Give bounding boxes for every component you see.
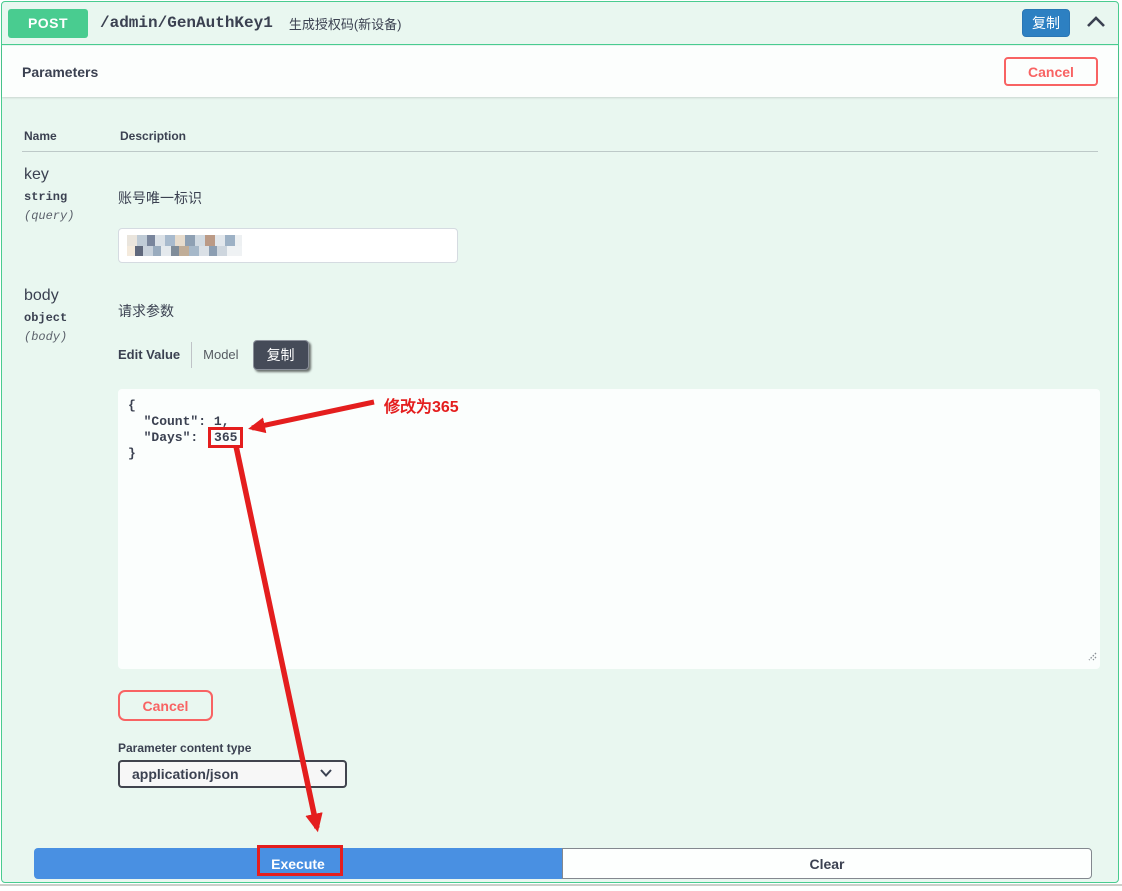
param-name: key [22, 166, 118, 184]
annotation-note-text: 修改为365 [384, 393, 459, 417]
endpoint-description: 生成授权码(新设备) [289, 14, 402, 33]
chevron-up-icon [1085, 13, 1107, 34]
collapse-button[interactable] [1084, 11, 1108, 35]
method-badge: POST [8, 9, 88, 38]
copy-body-button[interactable]: 复制 [253, 340, 309, 370]
code-line: } [128, 446, 1090, 462]
tab-edit-value[interactable]: Edit Value [118, 347, 180, 362]
parameters-title: Parameters [22, 64, 98, 80]
content-type-label: Parameter content type [118, 741, 1100, 755]
column-header-description: Description [120, 129, 1098, 143]
clear-button[interactable]: Clear [562, 848, 1092, 879]
body-description-cell: 请求参数 Edit Value Model 复制 { "Count": 1, "… [118, 287, 1100, 788]
parameter-row-body: body object (body) 请求参数 Edit Value Model… [22, 287, 1098, 788]
param-name: body [22, 287, 118, 305]
parameter-row-key: key string (query) 账号唯一标识 [22, 166, 1098, 263]
key-name-cell: key string (query) [22, 166, 118, 263]
param-description: 账号唯一标识 [118, 188, 1098, 208]
code-days-prefix: "Days": [128, 430, 206, 445]
copy-path-button[interactable]: 复制 [1022, 9, 1070, 37]
content-type-select[interactable]: application/json [118, 760, 347, 788]
post-endpoint-panel: POST /admin/GenAuthKey1 生成授权码(新设备) 复制 Pa… [1, 1, 1119, 883]
param-type: object [22, 311, 118, 325]
parameters-table: Name Description key string (query) 账号唯一… [22, 97, 1098, 788]
param-description: 请求参数 [118, 301, 1100, 321]
column-header-name: Name [24, 129, 120, 143]
endpoint-path: /admin/GenAuthKey1 [100, 14, 273, 32]
editor-tabs: Edit Value Model 复制 [118, 339, 1100, 370]
annotation-red-box-execute [257, 845, 343, 876]
param-location: (query) [22, 209, 118, 223]
param-type: string [22, 190, 118, 204]
content-type-value: application/json [132, 766, 239, 782]
code-line: { [128, 398, 1090, 414]
panel-bottom-divider [0, 884, 1122, 886]
table-header-row: Name Description [22, 97, 1098, 152]
body-json-textarea[interactable]: { "Count": 1, "Days": 365 } [118, 389, 1100, 669]
cancel-button-editor[interactable]: Cancel [118, 690, 213, 721]
chevron-down-icon [319, 765, 333, 783]
param-location: (body) [22, 330, 118, 344]
key-description-cell: 账号唯一标识 [118, 166, 1098, 263]
redacted-value-mosaic [127, 235, 242, 256]
resize-handle[interactable] [1086, 650, 1097, 666]
body-name-cell: body object (body) [22, 287, 118, 788]
tab-divider [191, 342, 192, 368]
cancel-button-top[interactable]: Cancel [1004, 57, 1098, 86]
key-input-wrap [118, 228, 458, 263]
execute-bar: Execute Clear [34, 848, 1092, 879]
code-line: "Days": 365 [128, 430, 1090, 446]
parameters-section-header: Parameters Cancel [2, 46, 1118, 97]
tab-model[interactable]: Model [203, 347, 238, 362]
annotation-red-box-365: 365 [208, 427, 243, 448]
code-line: "Count": 1, [128, 414, 1090, 430]
endpoint-summary[interactable]: POST /admin/GenAuthKey1 生成授权码(新设备) 复制 [2, 2, 1118, 45]
